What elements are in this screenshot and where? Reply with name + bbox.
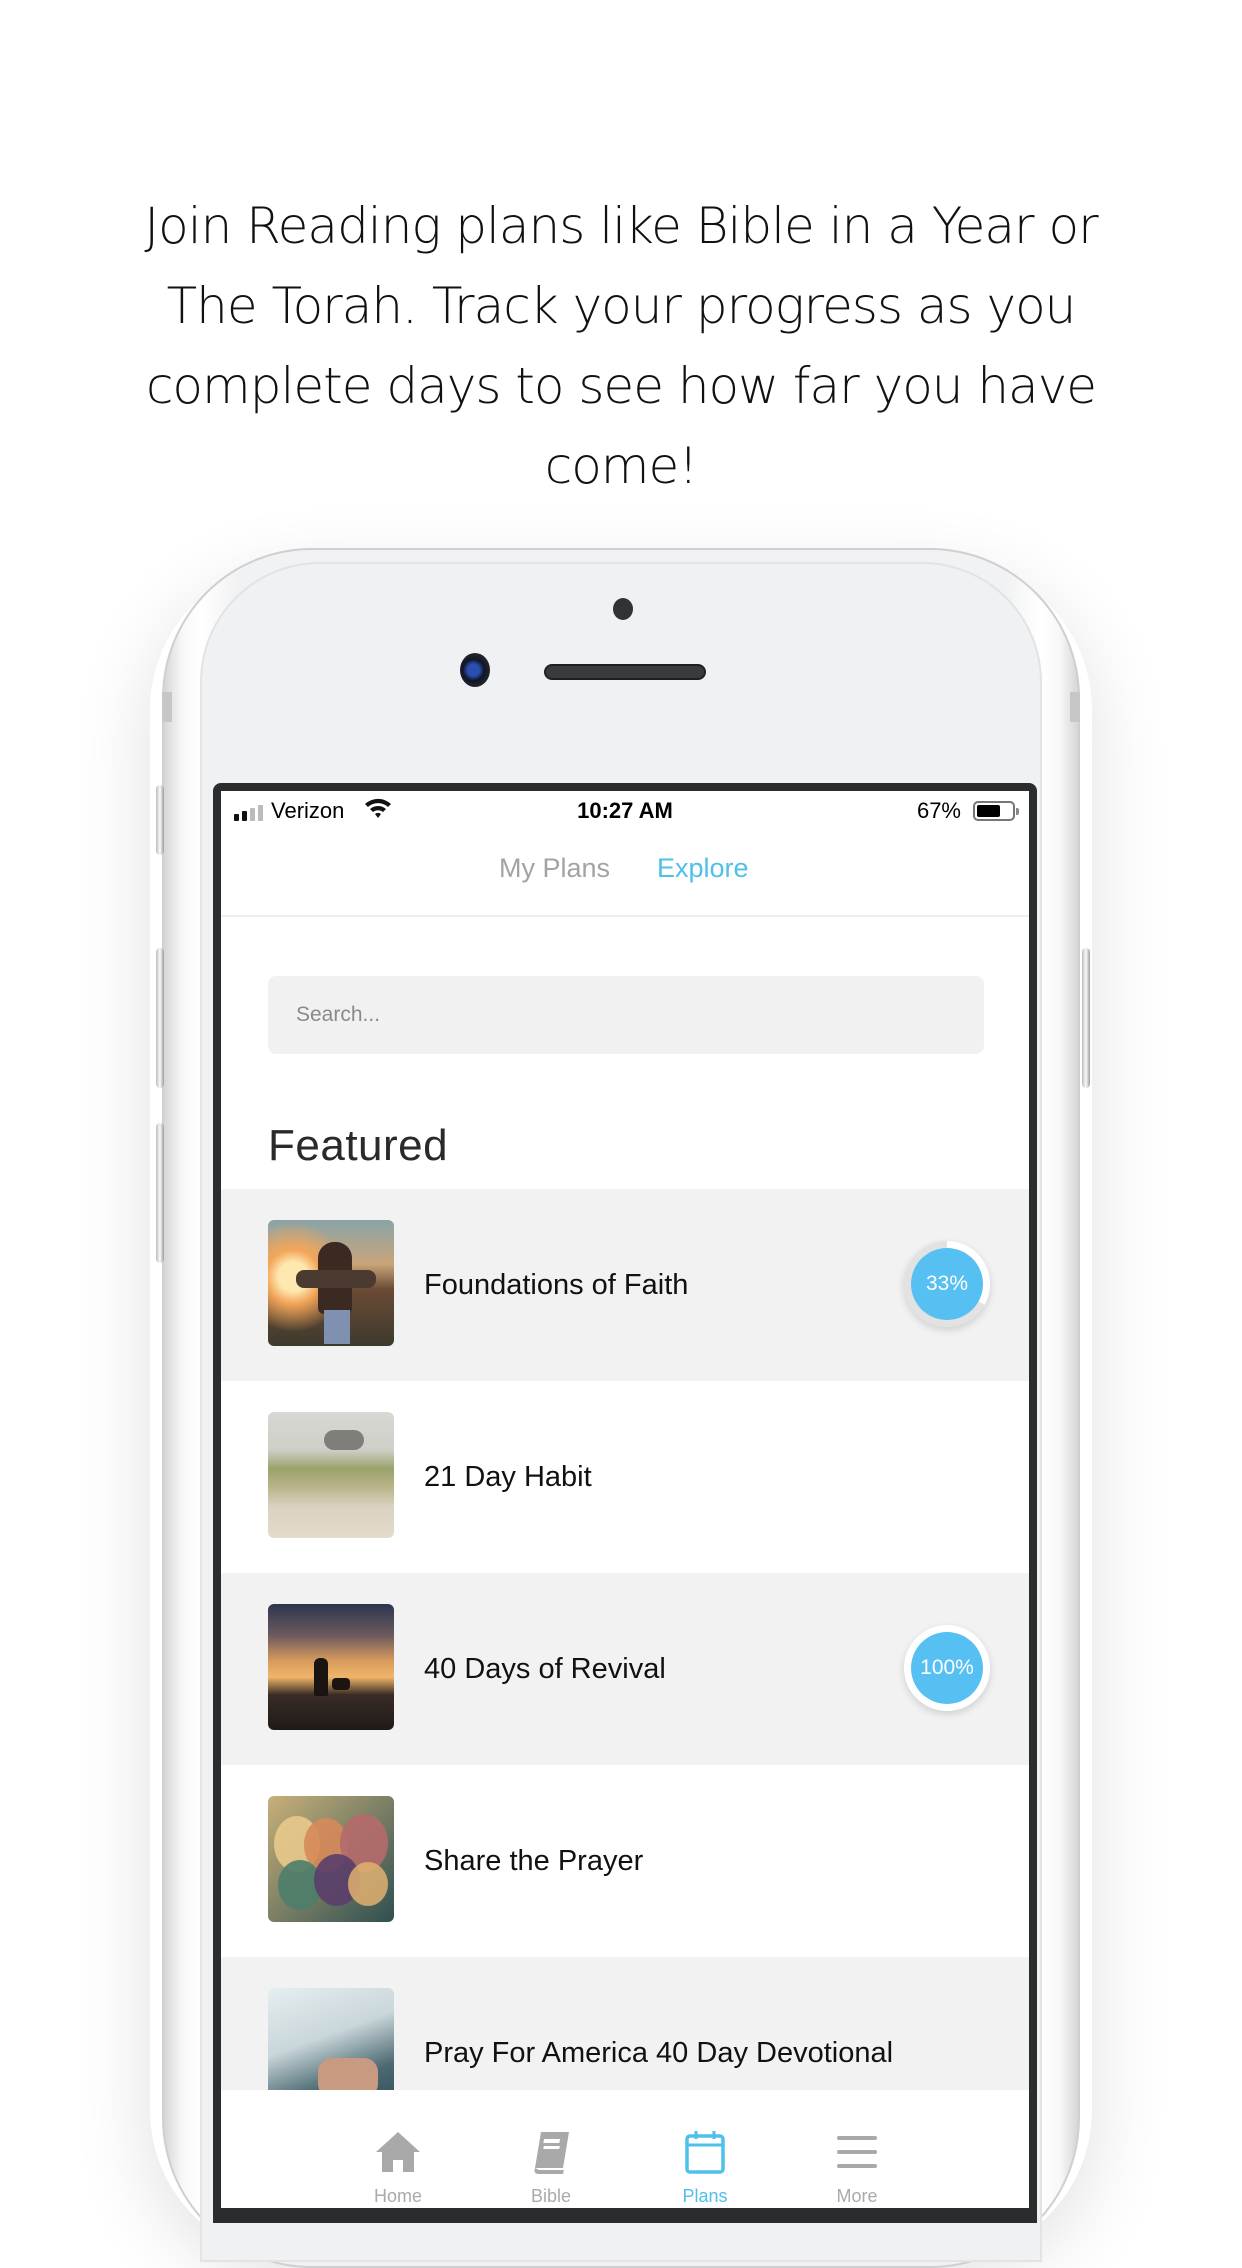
plan-title: 40 Days of Revival bbox=[424, 1653, 666, 1685]
tab-label: Plans bbox=[682, 2186, 728, 2206]
tab-explore[interactable]: Explore bbox=[657, 853, 749, 884]
plan-title: Foundations of Faith bbox=[424, 1269, 689, 1301]
status-time: 10:27 AM bbox=[577, 798, 673, 823]
battery-percent: 67% bbox=[916, 798, 961, 823]
antenna-band bbox=[1070, 692, 1080, 722]
plan-list-item[interactable]: 21 Day Habit bbox=[221, 1381, 1029, 1573]
progress-label: 33% bbox=[911, 1248, 983, 1320]
earpiece-speaker bbox=[544, 664, 706, 680]
plan-thumbnail-sand-dunes bbox=[268, 1412, 394, 1538]
promo-headline: Join Reading plans like Bible in a Year … bbox=[144, 197, 1098, 495]
calendar-icon bbox=[685, 2131, 725, 2174]
tab-label: More bbox=[836, 2186, 878, 2206]
tab-plans[interactable]: Plans bbox=[645, 2090, 765, 2208]
plan-title: Share the Prayer bbox=[424, 1845, 644, 1877]
menu-icon bbox=[837, 2136, 877, 2168]
app-screen: Verizon 10:27 AM 67% My Plans Explore Fe… bbox=[221, 791, 1029, 2208]
search-input[interactable] bbox=[268, 976, 984, 1054]
plan-list-item[interactable]: Foundations of Faith 33% bbox=[221, 1189, 1029, 1381]
proximity-sensor bbox=[613, 598, 633, 620]
status-bar: Verizon 10:27 AM 67% bbox=[221, 791, 1029, 825]
power-button bbox=[1082, 948, 1090, 1088]
section-title-featured: Featured bbox=[268, 1121, 449, 1170]
tab-bible[interactable]: Bible bbox=[491, 2090, 611, 2208]
mute-switch bbox=[156, 785, 164, 855]
plan-thumbnail-balloons bbox=[268, 1796, 394, 1922]
plan-thumbnail-person-sunset bbox=[268, 1220, 394, 1346]
plan-list-item[interactable]: 40 Days of Revival 100% bbox=[221, 1573, 1029, 1765]
progress-badge: 33% bbox=[904, 1241, 990, 1327]
volume-down-button bbox=[156, 1123, 164, 1263]
plans-top-tabs: My Plans Explore bbox=[221, 825, 1029, 917]
volume-up-button bbox=[156, 948, 164, 1088]
plan-list-item[interactable]: Share the Prayer bbox=[221, 1765, 1029, 1957]
antenna-band bbox=[162, 692, 172, 722]
plan-title: 21 Day Habit bbox=[424, 1461, 592, 1493]
tab-label: Bible bbox=[530, 2186, 572, 2206]
tab-my-plans[interactable]: My Plans bbox=[499, 853, 610, 884]
tab-home[interactable]: Home bbox=[338, 2090, 458, 2208]
bottom-tab-bar: Home Bible Plans More bbox=[221, 2090, 1029, 2208]
featured-plans-list: Foundations of Faith 33% 21 Day Habit 40… bbox=[221, 1189, 1029, 2149]
plan-thumbnail-silhouette-sunset bbox=[268, 1604, 394, 1730]
progress-badge: 100% bbox=[904, 1625, 990, 1711]
tab-label: Home bbox=[373, 2186, 422, 2206]
progress-label: 100% bbox=[911, 1632, 983, 1704]
front-camera bbox=[460, 653, 490, 687]
book-icon bbox=[534, 2132, 569, 2174]
tab-more[interactable]: More bbox=[797, 2090, 917, 2208]
home-icon bbox=[376, 2132, 420, 2172]
battery-icon bbox=[973, 801, 1019, 821]
